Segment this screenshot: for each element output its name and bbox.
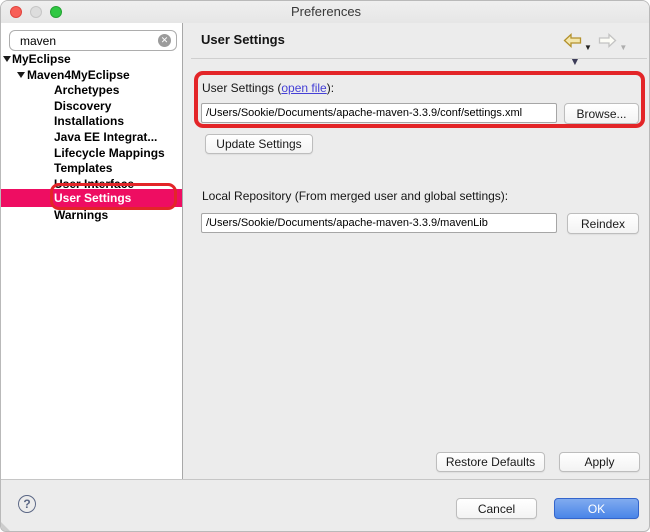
back-history-dropdown-icon[interactable]: ▼ <box>584 43 592 52</box>
sidebar-item-installations[interactable]: Installations <box>1 113 182 129</box>
sidebar-item-label: Maven4MyEclipse <box>27 68 130 83</box>
reindex-button[interactable]: Reindex <box>567 213 639 234</box>
sidebar-item-myeclipse[interactable]: MyEclipse <box>1 51 182 67</box>
settings-path-input[interactable] <box>201 103 557 123</box>
filter-search-box[interactable]: ✕ <box>9 30 177 51</box>
browse-button[interactable]: Browse... <box>564 103 639 124</box>
sidebar-item-label: Lifecycle Mappings <box>54 146 165 161</box>
forward-arrow-icon[interactable] <box>598 33 617 48</box>
local-repository-path-input[interactable] <box>201 213 557 233</box>
user-settings-label: User Settings (open file): <box>202 81 334 95</box>
sidebar-item-archetypes[interactable]: Archetypes <box>1 82 182 98</box>
restore-defaults-button[interactable]: Restore Defaults <box>436 452 545 472</box>
footer-divider <box>1 479 650 480</box>
sidebar-item-label: Templates <box>54 161 112 176</box>
resize-grip[interactable] <box>1 522 10 531</box>
sidebar-item-label: Archetypes <box>54 83 119 98</box>
titlebar: Preferences <box>1 1 650 23</box>
expand-triangle-icon[interactable] <box>17 72 25 78</box>
update-settings-button[interactable]: Update Settings <box>205 134 313 154</box>
forward-history-dropdown-icon[interactable]: ▼ <box>619 43 627 52</box>
ok-button[interactable]: OK <box>554 498 639 519</box>
sidebar-item-warnings[interactable]: Warnings <box>1 207 182 223</box>
apply-button[interactable]: Apply <box>559 452 640 472</box>
history-nav: ▼ ▼ ▼ <box>563 33 649 51</box>
help-button[interactable]: ? <box>18 495 36 513</box>
sidebar-item-lifecycle-mappings[interactable]: Lifecycle Mappings <box>1 145 182 161</box>
window-title: Preferences <box>1 4 650 19</box>
cancel-button[interactable]: Cancel <box>456 498 537 519</box>
local-repository-label: Local Repository (From merged user and g… <box>202 189 508 203</box>
label-text-prefix: User Settings ( <box>202 81 281 95</box>
expand-triangle-icon[interactable] <box>3 56 11 62</box>
header-divider <box>191 58 647 59</box>
sidebar-item-discovery[interactable]: Discovery <box>1 98 182 114</box>
open-file-link[interactable]: open file <box>281 81 326 95</box>
sidebar-divider <box>182 23 183 479</box>
sidebar-item-templates[interactable]: Templates <box>1 160 182 176</box>
back-arrow-icon[interactable] <box>563 33 582 48</box>
sidebar-item-label: Java EE Integrat... <box>54 130 157 145</box>
clear-search-icon[interactable]: ✕ <box>158 34 171 47</box>
sidebar-item-label: Warnings <box>54 208 108 223</box>
sidebar-item-label: Discovery <box>54 99 111 114</box>
sidebar-item-maven4myeclipse[interactable]: Maven4MyEclipse <box>1 67 182 83</box>
search-input[interactable] <box>18 32 148 49</box>
sidebar-item-java-ee-integrat[interactable]: Java EE Integrat... <box>1 129 182 145</box>
sidebar-item-user-settings[interactable]: User Settings <box>1 189 182 207</box>
label-text-suffix: ): <box>327 81 334 95</box>
sidebar-item-label: MyEclipse <box>12 52 71 67</box>
page-title: User Settings <box>201 32 285 47</box>
sidebar-item-label: Installations <box>54 114 124 129</box>
preferences-window: Preferences ✕ MyEclipseMaven4MyEclipseAr… <box>0 0 650 532</box>
sidebar-item-label: User Settings <box>54 191 131 206</box>
view-menu-icon[interactable]: ▼ <box>569 54 581 68</box>
